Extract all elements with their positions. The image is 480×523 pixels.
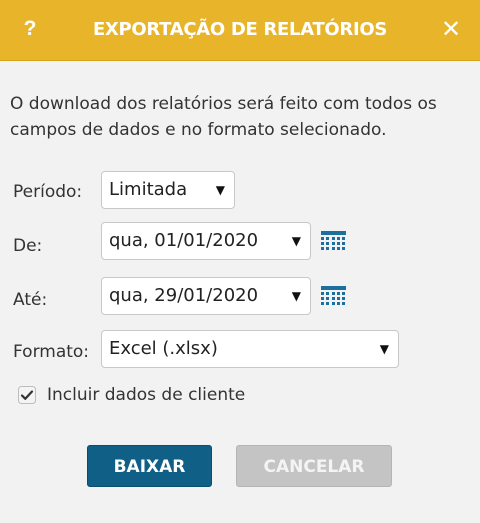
export-dialog: ? EXPORTAÇÃO DE RELATÓRIOS ✕ O download … — [0, 0, 480, 523]
to-date-select[interactable]: qua, 29/01/2020 ▼ — [101, 277, 311, 315]
help-icon[interactable]: ? — [18, 14, 42, 44]
period-select-value: Limitada — [109, 179, 188, 200]
download-button[interactable]: BAIXAR — [87, 445, 212, 487]
calendar-icon[interactable] — [321, 231, 346, 251]
to-date-value: qua, 29/01/2020 — [109, 285, 259, 306]
calendar-icon[interactable] — [321, 286, 346, 306]
chevron-down-icon: ▼ — [379, 342, 389, 356]
from-date-value: qua, 01/01/2020 — [109, 230, 259, 251]
chevron-down-icon: ▼ — [215, 183, 225, 197]
chevron-down-icon: ▼ — [291, 234, 301, 248]
period-label: Período: — [13, 182, 83, 202]
cancel-button[interactable]: CANCELAR — [236, 445, 392, 487]
chevron-down-icon: ▼ — [291, 289, 301, 303]
dialog-description: O download dos relatórios será feito com… — [10, 94, 437, 140]
format-select[interactable]: Excel (.xlsx) ▼ — [101, 330, 399, 368]
dialog-title: EXPORTAÇÃO DE RELATÓRIOS — [92, 19, 388, 40]
format-label: Formato: — [13, 342, 90, 362]
from-date-select[interactable]: qua, 01/01/2020 ▼ — [101, 222, 311, 260]
period-select[interactable]: Limitada ▼ — [101, 171, 235, 209]
dialog-header: ? EXPORTAÇÃO DE RELATÓRIOS ✕ — [0, 0, 480, 61]
close-icon[interactable]: ✕ — [438, 14, 464, 44]
include-client-label[interactable]: Incluir dados de cliente — [47, 383, 245, 407]
include-client-checkbox[interactable] — [18, 386, 36, 404]
to-date-label: Até: — [13, 290, 48, 310]
from-date-label: De: — [13, 236, 43, 256]
format-select-value: Excel (.xlsx) — [109, 338, 218, 359]
